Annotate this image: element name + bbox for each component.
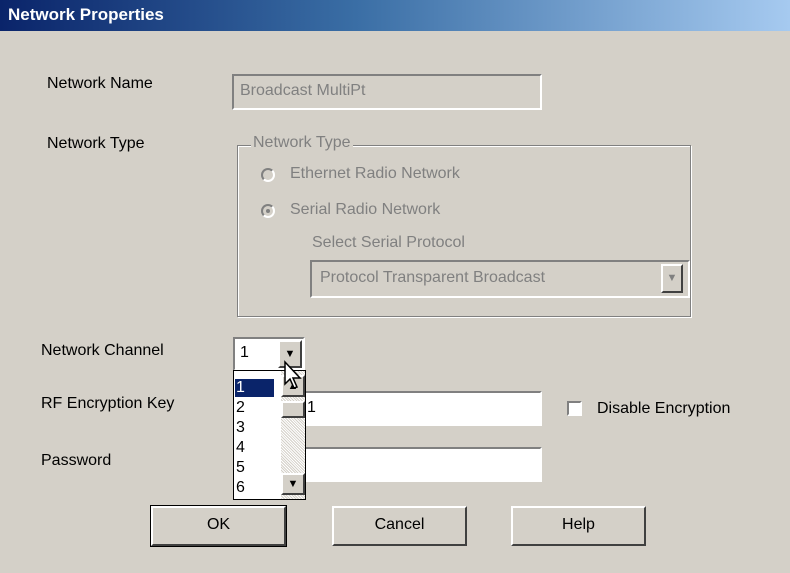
list-item[interactable]: 4 — [235, 439, 274, 457]
cancel-button[interactable]: Cancel — [332, 506, 467, 546]
password-input[interactable] — [290, 447, 542, 482]
network-name-value: Broadcast MultiPt — [240, 82, 366, 99]
window-title: Network Properties — [8, 5, 164, 24]
list-scrollbar[interactable]: ▲ ▼ — [281, 371, 305, 499]
ethernet-radio-button[interactable] — [261, 168, 275, 182]
list-item[interactable]: 5 — [235, 459, 274, 477]
network-type-label: Network Type — [47, 135, 145, 152]
ok-button[interactable]: OK — [150, 505, 287, 547]
network-name-label: Network Name — [47, 75, 153, 92]
network-channel-value: 1 — [240, 344, 249, 361]
help-button[interactable]: Help — [511, 506, 646, 546]
arrow-down-icon[interactable]: ▼ — [281, 473, 305, 495]
chevron-down-icon[interactable]: ▼ — [661, 264, 683, 293]
password-label: Password — [41, 452, 112, 469]
disable-encryption-checkbox[interactable] — [567, 401, 582, 416]
disable-encryption-label: Disable Encryption — [597, 400, 731, 417]
protocol-value: Protocol Transparent Broadcast — [320, 269, 546, 286]
list-item[interactable]: 2 — [235, 399, 274, 417]
rf-encryption-key-input[interactable]: 1 — [290, 391, 542, 426]
list-item[interactable]: 3 — [235, 419, 274, 437]
scrollbar-thumb[interactable] — [281, 401, 305, 418]
protocol-select[interactable]: Protocol Transparent Broadcast — [310, 260, 690, 298]
list-item[interactable]: 6 — [235, 479, 274, 497]
serial-radio-button[interactable] — [261, 204, 275, 218]
serial-radio-label: Serial Radio Network — [290, 201, 441, 218]
list-item[interactable]: 1 — [235, 379, 274, 397]
rf-encryption-key-value: 1 — [307, 399, 316, 416]
network-type-group-title: Network Type — [251, 134, 353, 152]
rf-encryption-key-label: RF Encryption Key — [41, 395, 175, 412]
select-protocol-label: Select Serial Protocol — [312, 234, 465, 251]
network-name-field: Broadcast MultiPt — [232, 74, 542, 110]
ethernet-radio-label: Ethernet Radio Network — [290, 165, 460, 182]
radio-selected-dot — [266, 209, 270, 213]
mouse-pointer-icon — [284, 360, 302, 389]
title-bar: Network Properties — [0, 0, 790, 31]
network-channel-label: Network Channel — [41, 342, 164, 359]
